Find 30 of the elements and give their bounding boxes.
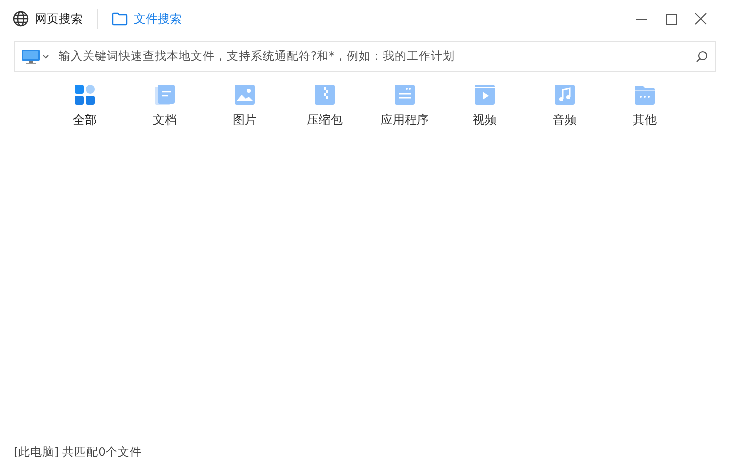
category-button[interactable]: 文档 bbox=[125, 84, 205, 129]
category-button[interactable]: 压缩包 bbox=[285, 84, 365, 129]
app-icon bbox=[394, 84, 416, 106]
category-button[interactable]: 音频 bbox=[525, 84, 605, 129]
location-dropdown[interactable] bbox=[22, 48, 49, 64]
status-text: [此电脑] 共匹配0个文件 bbox=[13, 444, 143, 461]
minimize-icon bbox=[636, 18, 646, 20]
maximize-icon bbox=[666, 14, 676, 24]
category-button[interactable]: 图片 bbox=[205, 84, 285, 129]
grid-icon bbox=[74, 84, 96, 106]
search-input[interactable]: 输入关键词快速查找本地文件，支持系统通配符?和*，例如：我的工作计划 bbox=[59, 48, 696, 66]
document-icon bbox=[154, 84, 176, 106]
folder-icon bbox=[634, 84, 656, 106]
music-note-icon bbox=[554, 84, 576, 106]
search-field[interactable]: 输入关键词快速查找本地文件，支持系统通配符?和*，例如：我的工作计划 bbox=[14, 41, 716, 72]
category-button[interactable]: 全部 bbox=[45, 84, 125, 129]
category-button[interactable]: 其他 bbox=[605, 84, 685, 129]
category-button[interactable]: 视频 bbox=[445, 84, 525, 129]
zip-icon bbox=[314, 84, 336, 106]
monitor-icon bbox=[22, 48, 40, 64]
image-icon bbox=[234, 84, 256, 106]
folder-icon bbox=[112, 12, 128, 26]
video-icon bbox=[474, 84, 496, 106]
search-icon bbox=[696, 50, 708, 62]
globe-icon bbox=[13, 11, 29, 27]
close-icon bbox=[695, 13, 707, 25]
search-mode-tab[interactable]: 网页搜索 bbox=[13, 10, 83, 28]
search-mode-tab[interactable]: 文件搜索 bbox=[112, 10, 182, 28]
caret-icon bbox=[43, 54, 49, 58]
category-button[interactable]: 应用程序 bbox=[365, 84, 445, 129]
